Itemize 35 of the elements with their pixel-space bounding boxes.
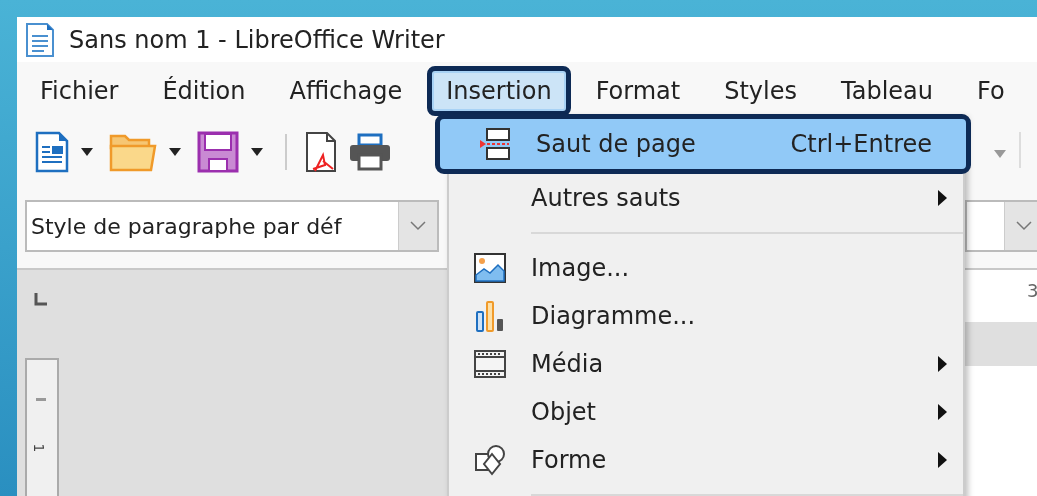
menu-entry[interactable]: Média [449, 340, 963, 388]
dropdown-arrow-icon[interactable] [169, 148, 181, 156]
menu-item[interactable]: Insertion [427, 66, 571, 116]
chevron-down-icon[interactable] [410, 221, 426, 231]
paragraph-style-field[interactable]: Style de paragraphe par déf [25, 200, 439, 252]
writer-document-icon [25, 21, 55, 58]
menu-item[interactable]: Affichage [270, 66, 422, 116]
tab-stop-icon[interactable] [34, 292, 48, 306]
page-break-icon [478, 127, 512, 161]
menu-entry[interactable]: Diagramme... [449, 292, 963, 340]
ruler-label: 3 [1027, 280, 1037, 301]
menu-item[interactable]: Tableau [822, 66, 952, 116]
printer-icon[interactable] [349, 133, 391, 171]
menu-item[interactable]: Édition [143, 66, 265, 116]
menu-entry[interactable]: Image... [449, 244, 963, 292]
font-field[interactable] [965, 200, 1037, 252]
menu-item[interactable]: Styles [705, 66, 816, 116]
ruler-label: 1 [31, 443, 48, 453]
dropdown-arrow-icon[interactable] [81, 148, 93, 156]
pdf-icon[interactable] [305, 131, 337, 173]
dropdown-arrow-icon[interactable] [251, 148, 263, 156]
menu-entry[interactable]: Saut de page Ctrl+Entree [435, 114, 971, 174]
menu-item[interactable]: Fo [958, 66, 1024, 116]
menu-entry[interactable]: Forme [449, 436, 963, 484]
menu-entry[interactable]: Objet [449, 388, 963, 436]
document-icon[interactable] [35, 131, 69, 173]
shapes-icon [474, 444, 506, 476]
menu-entry[interactable]: Autres sauts [449, 174, 963, 222]
menu-item[interactable]: Fichier [21, 66, 138, 116]
menu-item[interactable]: Format [576, 66, 700, 116]
film-icon [474, 350, 506, 378]
chevron-down-icon[interactable] [1016, 221, 1032, 231]
window-title: Sans nom 1 - LibreOffice Writer [69, 25, 445, 54]
image-icon [474, 253, 506, 283]
bar-chart-icon [475, 300, 505, 332]
